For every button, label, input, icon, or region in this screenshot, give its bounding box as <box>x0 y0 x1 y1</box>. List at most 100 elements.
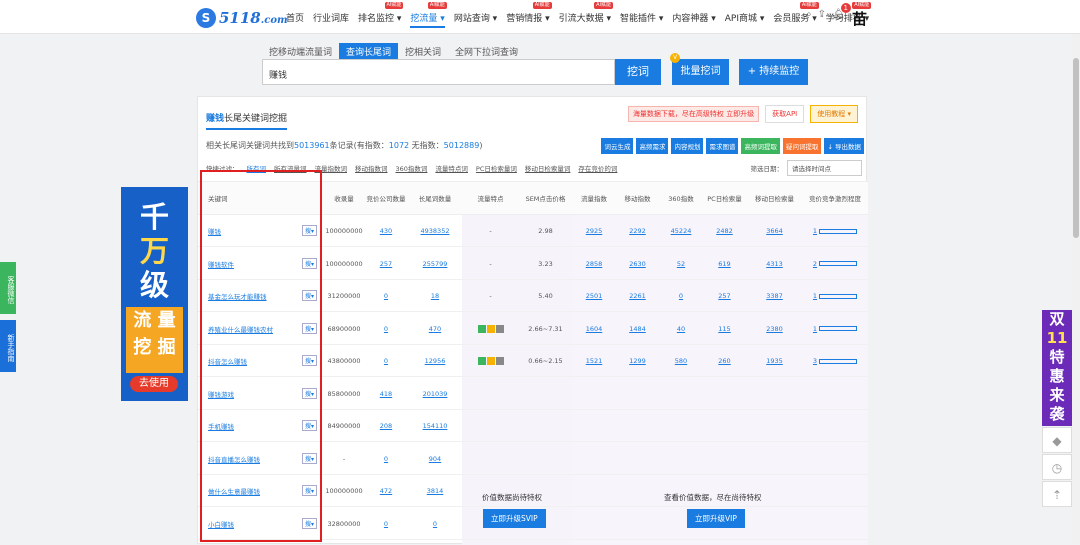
cw-cell[interactable]: 3814 <box>407 475 463 507</box>
jj-cell[interactable]: 208 <box>365 410 407 442</box>
cw-cell[interactable]: 470 <box>407 313 463 345</box>
question-extract-button[interactable]: 疑问词提取 <box>782 138 822 154</box>
tab-longtail[interactable]: 查询长尾词 <box>339 43 399 60</box>
nav-item[interactable]: 首页 <box>286 11 304 28</box>
column-header[interactable]: 移动指数 <box>615 182 660 216</box>
column-header[interactable]: 竞价公司数量 <box>365 182 407 216</box>
upload-icon[interactable]: ⇪ <box>818 9 826 20</box>
s360-cell[interactable]: 52 <box>660 248 702 280</box>
s360-cell[interactable]: 0 <box>660 280 702 312</box>
yd-cell[interactable]: 2630 <box>615 248 660 280</box>
pc-cell[interactable]: 260 <box>702 345 747 377</box>
nav-item[interactable]: 行业词库 <box>313 11 349 28</box>
history-icon[interactable]: ◷ <box>1042 454 1072 480</box>
site-logo[interactable]: S 5118.com <box>196 8 288 28</box>
yd-cell[interactable]: 1299 <box>615 345 660 377</box>
cw-cell[interactable]: 4938352 <box>407 215 463 247</box>
cw-cell[interactable]: 0 <box>407 508 463 540</box>
jj-cell[interactable]: 257 <box>365 248 407 280</box>
quick-filter[interactable]: 移动指数词 <box>355 163 388 173</box>
quick-filter[interactable]: 流量特点词 <box>435 163 468 173</box>
page-scrollbar[interactable] <box>1072 34 1080 544</box>
column-header[interactable]: PC日检索量 <box>702 182 747 216</box>
jj-cell[interactable]: 418 <box>365 378 407 410</box>
nav-item[interactable]: 内容神器 ▾ <box>672 11 715 28</box>
nav-item[interactable]: 营销情报 ▾ AI赋能 <box>506 2 552 28</box>
ll-cell[interactable]: 1521 <box>573 345 615 377</box>
cw-cell[interactable]: 12956 <box>407 345 463 377</box>
mb-cell[interactable]: 3387 <box>747 280 802 312</box>
nav-item[interactable]: 引流大数据 ▾ AI赋能 <box>559 2 613 28</box>
high-demand-button[interactable]: 高频需求 <box>636 138 669 154</box>
nav-item[interactable]: 排名监控 ▾ AI赋能 <box>358 2 404 28</box>
pc-cell[interactable]: 257 <box>702 280 747 312</box>
cw-cell[interactable]: 154110 <box>407 410 463 442</box>
jj-cell[interactable]: 0 <box>365 313 407 345</box>
s360-cell[interactable]: 580 <box>660 345 702 377</box>
cw-cell[interactable]: 904 <box>407 443 463 475</box>
pc-cell[interactable]: 115 <box>702 313 747 345</box>
content-plan-button[interactable]: 内容规划 <box>671 138 704 154</box>
nav-item[interactable]: 智能插件 ▾ <box>620 11 663 28</box>
column-header[interactable]: 流量特点 <box>463 182 518 216</box>
mb-cell[interactable]: 1935 <box>747 345 802 377</box>
ll-cell[interactable]: 1604 <box>573 313 615 345</box>
tab-related[interactable]: 挖相关词 <box>398 43 448 60</box>
s360-cell[interactable]: 40 <box>660 313 702 345</box>
mb-cell[interactable]: 4313 <box>747 248 802 280</box>
mb-cell[interactable]: 3664 <box>747 215 802 247</box>
nav-item[interactable]: API商城 ▾ <box>725 11 765 28</box>
cw-cell[interactable]: 201039 <box>407 378 463 410</box>
jj-cell[interactable]: 0 <box>365 443 407 475</box>
nav-item[interactable]: 挖流量 ▾ AI赋能 <box>410 2 447 28</box>
jj-cell[interactable]: 430 <box>365 215 407 247</box>
ll-cell[interactable]: 2858 <box>573 248 615 280</box>
monitor-button[interactable]: + 持续监控 <box>739 59 808 85</box>
left-promo-banner[interactable]: 千 万 级 流 量 挖 掘 去使用 <box>121 187 188 401</box>
upgrade-svip-button[interactable]: 立即升级SVIP <box>483 509 546 528</box>
column-header[interactable]: 360指数 <box>660 182 702 216</box>
export-button[interactable]: ↓ 导出数据 <box>824 138 864 154</box>
upgrade-notice[interactable]: 海量数据下载，尽在高级特权 立即升级 <box>627 106 760 122</box>
bulk-dig-button[interactable]: V 批量挖词 <box>670 53 729 85</box>
yd-cell[interactable]: 1484 <box>615 313 660 345</box>
right-promo-banner[interactable]: 双 11 特 惠 来 袭 <box>1042 310 1072 426</box>
cw-cell[interactable]: 18 <box>407 280 463 312</box>
mb-cell[interactable]: 2380 <box>747 313 802 345</box>
date-select[interactable]: 请选择时间点 <box>787 160 862 176</box>
side-guide-tab[interactable]: 新手指南 <box>0 320 16 372</box>
jj-cell[interactable]: 0 <box>365 508 407 540</box>
quick-filter[interactable]: 存在竞价的词 <box>578 163 617 173</box>
column-header[interactable]: 竞价竞争激烈程度 <box>802 182 868 216</box>
bell-icon[interactable]: 🔔︎ 1 <box>832 3 851 20</box>
high-freq-extract-button[interactable]: 高频词提取 <box>741 138 780 154</box>
user-avatar[interactable]: 苗 <box>852 8 867 29</box>
column-header[interactable]: 移动日检索量 <box>747 182 802 216</box>
yd-cell[interactable]: 2261 <box>615 280 660 312</box>
ll-cell[interactable]: 2925 <box>573 215 615 247</box>
quick-filter[interactable]: 移动日检索量词 <box>525 163 571 173</box>
jj-cell[interactable]: 0 <box>365 280 407 312</box>
tab-mobile-traffic[interactable]: 挖移动端流量词 <box>262 43 339 60</box>
pc-cell[interactable]: 619 <box>702 248 747 280</box>
jj-cell[interactable]: 472 <box>365 475 407 507</box>
wordcloud-button[interactable]: 词云生成 <box>601 138 634 154</box>
column-header[interactable]: 流量指数 <box>573 182 615 216</box>
column-header[interactable]: SEM点击价格 <box>518 182 573 216</box>
demand-graph-button[interactable]: 需求图谱 <box>706 138 739 154</box>
back-to-top-icon[interactable]: ⇡ <box>1042 481 1072 507</box>
yd-cell[interactable]: 2292 <box>615 215 660 247</box>
dig-button[interactable]: 挖词 <box>615 59 661 85</box>
ad-go-button[interactable]: 去使用 <box>130 376 178 392</box>
quick-filter[interactable]: 360指数词 <box>396 163 428 173</box>
nav-item[interactable]: 网站查询 ▾ <box>454 11 497 28</box>
column-header[interactable]: 收录量 <box>323 182 365 216</box>
tab-dropdown[interactable]: 全网下拉词查询 <box>448 43 525 60</box>
search-input[interactable]: 赚钱 <box>262 59 615 85</box>
jj-cell[interactable]: 0 <box>365 345 407 377</box>
column-header[interactable]: 长尾词数量 <box>407 182 463 216</box>
quick-filter[interactable]: PC日检索量词 <box>476 163 517 173</box>
pc-cell[interactable]: 2482 <box>702 215 747 247</box>
ll-cell[interactable]: 2501 <box>573 280 615 312</box>
side-wechat-tab[interactable]: 客服微信 <box>0 262 16 314</box>
